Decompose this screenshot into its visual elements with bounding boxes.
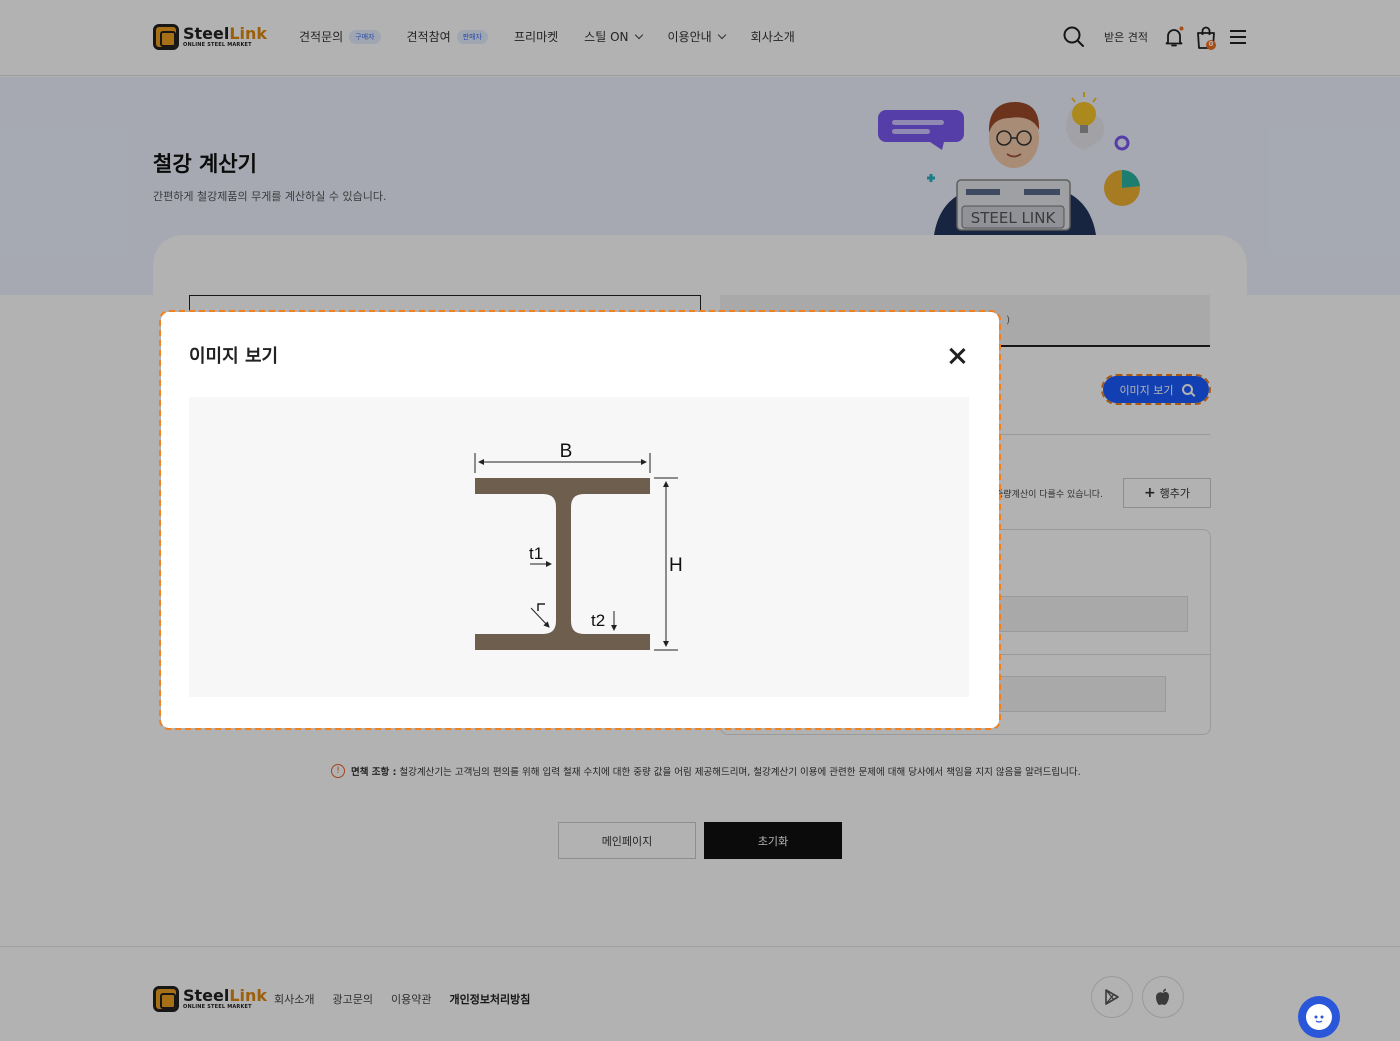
- dimension-label-t2: t2: [591, 611, 605, 630]
- modal-title: 이미지 보기: [189, 346, 279, 367]
- dimension-label-t1: t1: [529, 544, 543, 563]
- image-view-modal: 이미지 보기 B H t1 t2: [159, 310, 1001, 730]
- chat-button[interactable]: [1298, 996, 1340, 1038]
- h-beam-diagram: B H t1 t2: [474, 441, 683, 651]
- chat-icon: [1306, 1004, 1332, 1030]
- dimension-label-B: B: [560, 441, 573, 462]
- close-icon[interactable]: [947, 346, 967, 366]
- dimension-label-H: H: [669, 555, 683, 576]
- steel-section-image: B H t1 t2: [189, 397, 969, 697]
